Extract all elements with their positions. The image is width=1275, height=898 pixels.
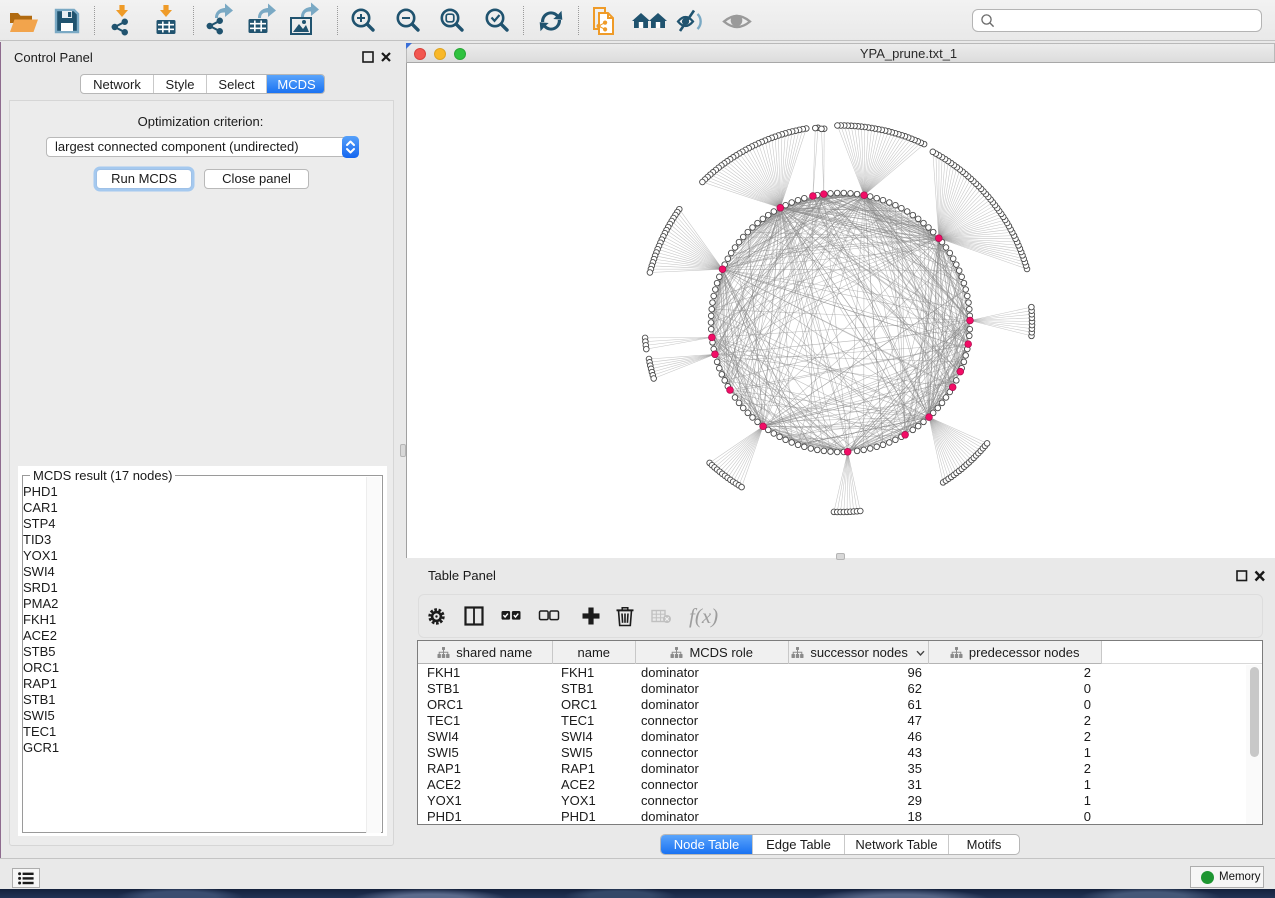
svg-text:f(x): f(x) (689, 604, 718, 628)
